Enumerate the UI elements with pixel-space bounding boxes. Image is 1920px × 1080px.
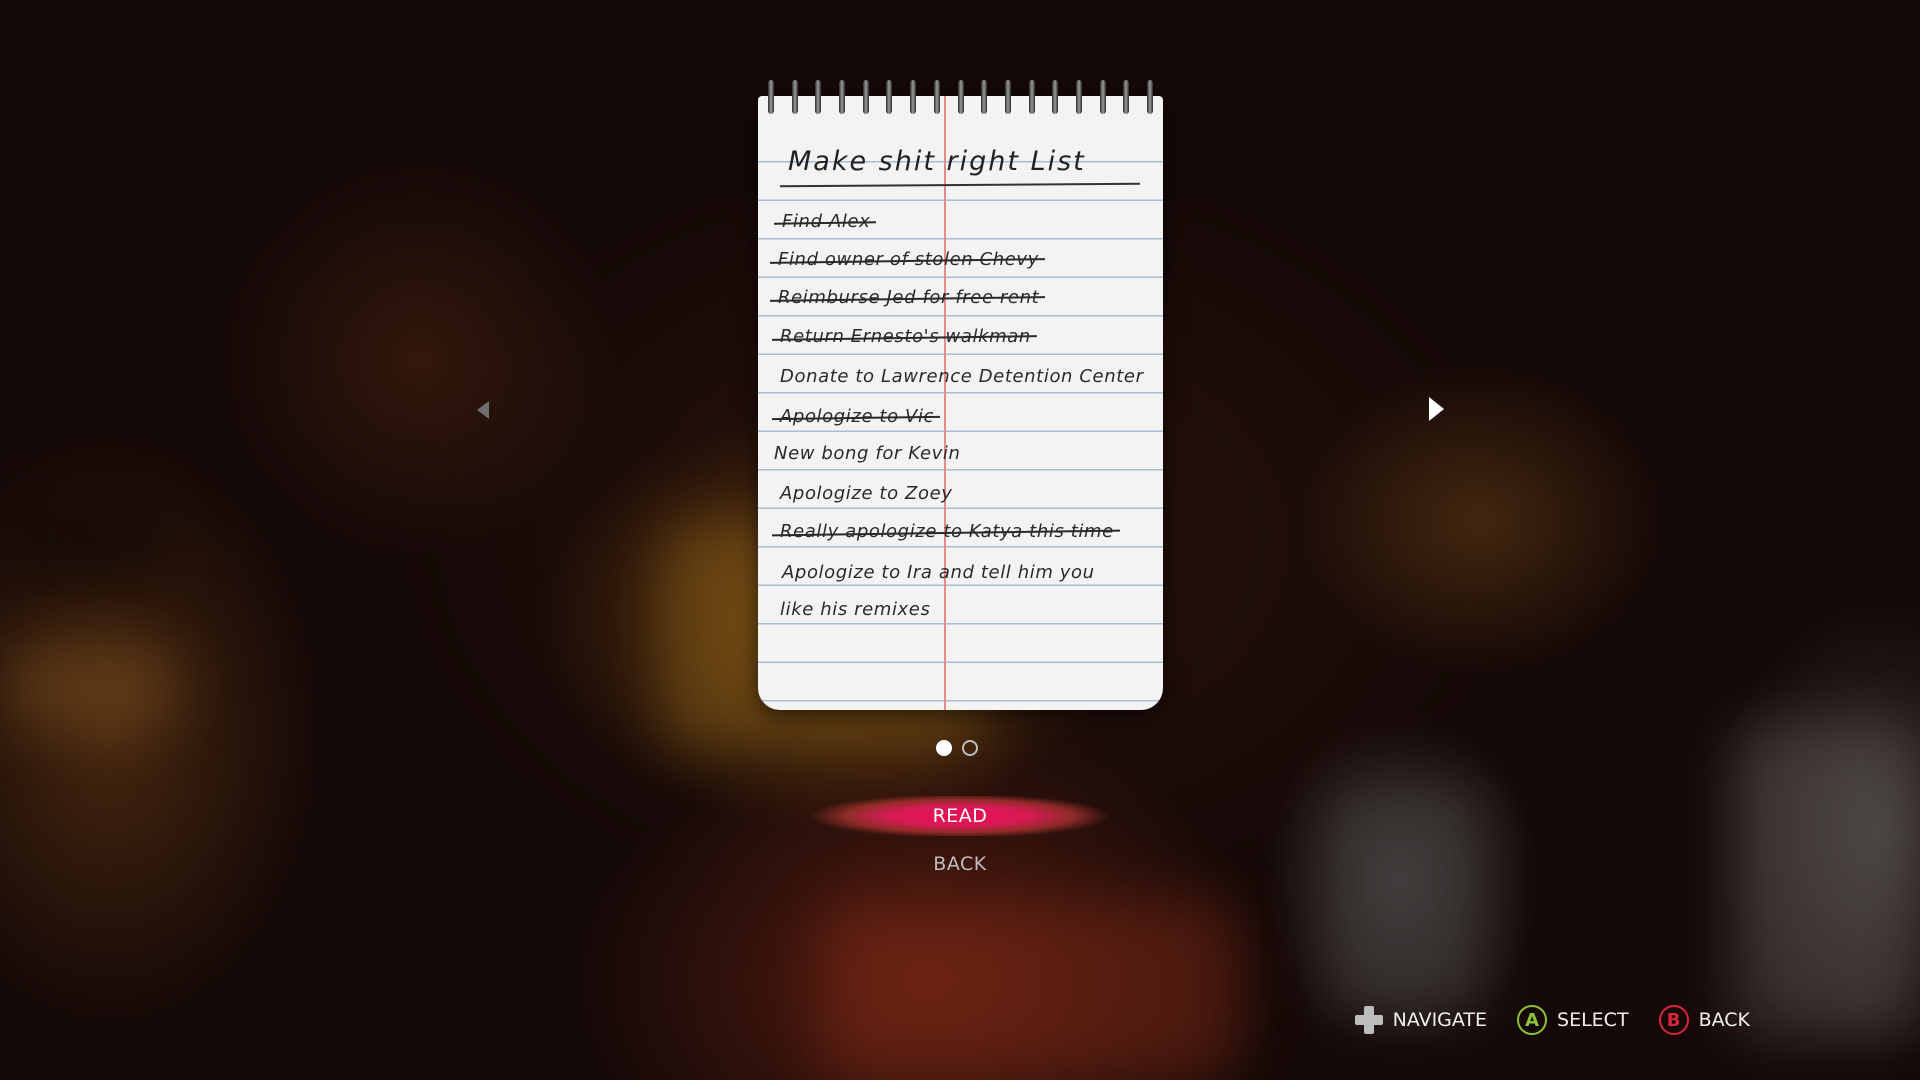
page-indicator — [936, 740, 978, 756]
page-dot-active[interactable] — [936, 740, 952, 756]
note-entry: Find Alex — [782, 211, 871, 232]
note-entry: New bong for Kevin — [774, 443, 961, 464]
note-entry: Donate to Lawrence Detention Center — [780, 366, 1144, 387]
select-prompt: A SELECT — [1517, 1005, 1629, 1035]
spiral-coil — [862, 80, 869, 114]
notepad-page: Make shit right List Find Alex Find owne… — [758, 96, 1163, 710]
spiral-coil — [933, 80, 940, 114]
spiral-coil — [768, 80, 774, 114]
notepad-content: Make shit right List Find Alex Find owne… — [758, 96, 1163, 710]
note-entry: like his remixes — [780, 599, 931, 620]
a-button-icon: A — [1517, 1005, 1548, 1035]
background-blur — [0, 640, 180, 730]
spiral-coil — [1147, 80, 1153, 114]
select-label: SELECT — [1557, 1009, 1629, 1031]
background-blur — [1320, 780, 1490, 1020]
spiral-coil — [1123, 80, 1130, 114]
spiral-coil — [1004, 80, 1011, 114]
read-button[interactable]: READ — [810, 796, 1110, 836]
spiral-coil — [815, 80, 822, 114]
background-blur — [1730, 720, 1920, 1040]
game-screen: Make shit right List Find Alex Find owne… — [0, 0, 1920, 1080]
note-entry: Reimburse Jed for free rent — [778, 287, 1040, 308]
spiral-coil — [981, 80, 988, 114]
spiral-coil — [910, 80, 917, 114]
background-blur — [820, 900, 1240, 1080]
controller-prompts: NAVIGATE A SELECT B BACK — [1354, 1005, 1750, 1035]
spiral-coil — [886, 80, 893, 114]
spiral-coil — [791, 80, 798, 114]
previous-page-arrow-icon[interactable] — [477, 401, 489, 419]
note-entry: Find owner of stolen Chevy — [778, 249, 1039, 270]
note-entry: Return Ernesto's walkman — [780, 326, 1031, 347]
title-underline — [779, 182, 1141, 188]
note-entry: Apologize to Ira and tell him you — [782, 562, 1095, 583]
spiral-coil — [1028, 80, 1035, 114]
spiral-coil — [1099, 80, 1106, 114]
notepad: Make shit right List Find Alex Find owne… — [758, 80, 1163, 710]
background-blur — [0, 500, 170, 580]
spiral-coil — [957, 80, 964, 114]
spiral-coil — [1052, 80, 1059, 114]
notepad-spiral-binding — [768, 80, 1153, 116]
spiral-coil — [839, 80, 846, 114]
b-button-icon: B — [1658, 1005, 1689, 1035]
note-entry: Apologize to Zoey — [780, 483, 953, 504]
navigate-label: NAVIGATE — [1392, 1009, 1488, 1031]
navigate-prompt: NAVIGATE — [1354, 1006, 1488, 1034]
note-entry: Apologize to Vic — [780, 406, 935, 427]
back-label: BACK — [1698, 1009, 1750, 1031]
note-title: Make shit right List — [788, 146, 1086, 177]
next-page-arrow-icon[interactable] — [1429, 397, 1444, 421]
page-dot-inactive[interactable] — [962, 740, 978, 756]
dpad-icon — [1354, 1006, 1383, 1034]
spiral-coil — [1075, 80, 1082, 114]
back-button[interactable]: BACK — [860, 846, 1060, 882]
note-entry: Really apologize to Katya this time — [780, 521, 1114, 542]
back-prompt: B BACK — [1658, 1005, 1750, 1035]
